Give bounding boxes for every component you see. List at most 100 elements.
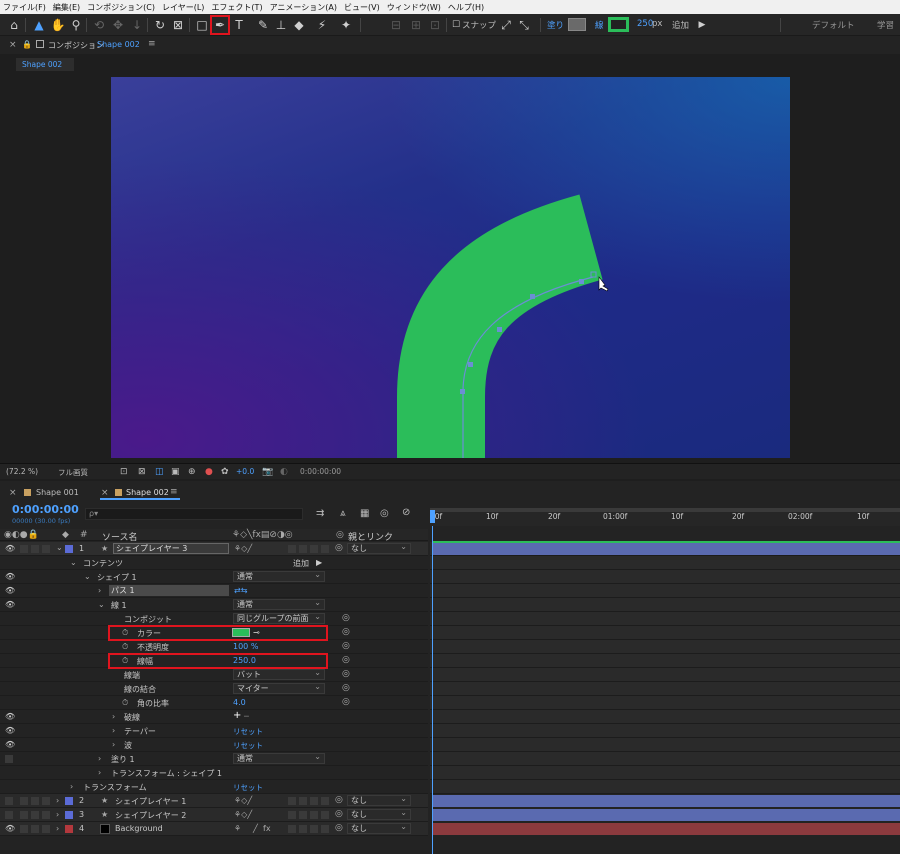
add-play-icon[interactable]: ▶ (694, 17, 710, 33)
eraser-tool-icon[interactable]: ◆ (291, 17, 307, 33)
stopwatch-icon[interactable]: ⏱ (122, 642, 128, 652)
path-vertex[interactable] (497, 327, 502, 332)
audio-toggle[interactable] (20, 825, 28, 833)
expand-chevron-icon[interactable]: › (98, 768, 101, 777)
layer-switches[interactable]: ⚘◇╱ (234, 810, 252, 819)
panel-menu-icon[interactable]: ≡ (148, 39, 156, 49)
close-icon[interactable]: × (9, 488, 17, 498)
snap-option-icon[interactable]: ⤢ (498, 17, 514, 33)
channel-icon[interactable]: ● (205, 467, 213, 477)
orbit-tool-icon[interactable]: ⟲ (91, 17, 107, 33)
parent-pickwhip-icon[interactable]: ◎ (335, 795, 343, 805)
layer-switches[interactable]: ⚘◇╱ (234, 796, 252, 805)
add-play-icon[interactable]: ▶ (316, 558, 322, 567)
solo-toggle[interactable] (31, 545, 39, 553)
show-snapshot-icon[interactable]: ◐ (280, 467, 288, 477)
region-icon[interactable]: ▣ (171, 467, 180, 477)
switch-box[interactable] (321, 797, 329, 805)
menu-view[interactable]: ビュー(V) (344, 2, 380, 13)
tab-shape-002[interactable]: Shape 002 (126, 488, 169, 497)
mask-visibility-icon[interactable]: ◫ (155, 467, 164, 477)
layer-name[interactable]: シェイプレイヤー 2 (115, 810, 186, 821)
switch-box[interactable] (321, 825, 329, 833)
add-label[interactable]: 追加 (293, 558, 309, 569)
expression-icon[interactable]: ◎ (342, 697, 350, 707)
composition-canvas[interactable] (111, 77, 790, 458)
parent-pickwhip-icon[interactable]: ◎ (335, 809, 343, 819)
switch-box[interactable] (310, 825, 318, 833)
expand-chevron-icon[interactable]: › (70, 782, 73, 791)
expand-chevron-icon[interactable]: › (98, 586, 101, 595)
expression-icon[interactable]: ◎ (342, 641, 350, 651)
fill-1-row[interactable]: › 塗り 1 通常 (0, 752, 428, 766)
close-icon[interactable]: × (9, 40, 17, 50)
shy-layers-icon[interactable]: ⩓ (340, 508, 346, 519)
switch-box[interactable] (299, 825, 307, 833)
type-tool-icon[interactable]: T (231, 17, 247, 33)
expand-chevron-icon[interactable]: ⌄ (70, 558, 77, 567)
path-direction-icon[interactable]: ⇄⇆ (234, 586, 247, 595)
pan-tool-icon[interactable]: ✥ (110, 17, 126, 33)
layer-search-input[interactable]: ρ▾ (85, 508, 303, 520)
visibility-toggle[interactable] (5, 755, 13, 763)
roto-brush-icon[interactable]: ⚡ (314, 17, 330, 33)
motion-blur-icon[interactable]: ◎ (380, 508, 389, 519)
snap-edges-icon[interactable]: ⤡ (516, 17, 532, 33)
expand-chevron-icon[interactable]: › (112, 726, 115, 735)
layer-label-color[interactable] (65, 811, 73, 819)
wave-row[interactable]: 👁 › 波 リセット (0, 738, 428, 752)
line-cap-dropdown[interactable]: バット (233, 668, 325, 680)
expand-chevron-icon[interactable]: › (112, 740, 115, 749)
menu-window[interactable]: ウィンドウ(W) (387, 2, 441, 13)
close-icon[interactable]: × (101, 488, 109, 498)
menu-layer[interactable]: レイヤー(L) (162, 2, 204, 13)
switch-box[interactable] (299, 545, 307, 553)
quality-switch-icon[interactable]: ╱ (253, 824, 258, 833)
switch-box[interactable] (288, 545, 296, 553)
layer-label-color[interactable] (65, 797, 73, 805)
audio-toggle[interactable] (20, 545, 28, 553)
dolly-tool-icon[interactable]: ↓ (129, 17, 145, 33)
lock-toggle[interactable] (42, 545, 50, 553)
layer-label-color[interactable] (65, 545, 73, 553)
switch-box[interactable] (288, 811, 296, 819)
path-1-label[interactable]: パス 1 (109, 585, 229, 596)
switch-box[interactable] (310, 545, 318, 553)
parent-pickwhip-icon[interactable]: ◎ (335, 543, 343, 553)
playhead-handle[interactable] (430, 510, 435, 523)
opacity-value[interactable]: 100 % (233, 642, 258, 651)
visibility-eye-icon[interactable]: 👁 (5, 824, 15, 833)
stroke-width-value[interactable]: 250 (637, 19, 653, 29)
visibility-eye-icon[interactable]: 👁 (5, 726, 15, 735)
opacity-row[interactable]: ⏱ 不透明度 100 % ◎ (0, 640, 428, 654)
layer-name[interactable]: シェイプレイヤー 1 (115, 796, 186, 807)
expand-chevron-icon[interactable]: › (56, 810, 59, 819)
menu-help[interactable]: ヘルプ(H) (448, 2, 484, 13)
selection-tool-icon[interactable]: ▲ (31, 17, 47, 33)
expression-icon[interactable]: ◎ (342, 655, 350, 665)
stroke-swatch[interactable] (608, 17, 629, 32)
layer-name[interactable]: Background (115, 824, 163, 833)
layer-4-duration-bar[interactable] (432, 823, 900, 835)
comp-panel-name[interactable]: Shape 002 (97, 40, 140, 49)
layer-row-1[interactable]: 👁 ⌄ 1 ★ シェイプレイヤー 3 ⚘◇╱ ◎ なし (0, 542, 428, 556)
line-join-dropdown[interactable]: マイター (233, 682, 325, 694)
switch-box[interactable] (321, 811, 329, 819)
stroke-1-blend-mode[interactable]: 通常 (233, 598, 325, 610)
panel-menu-icon[interactable]: ≡ (170, 487, 178, 497)
layer-row-3[interactable]: › 3 ★ シェイプレイヤー 2 ⚘◇╱ ◎ なし (0, 808, 428, 822)
add-dash-icon[interactable]: + (233, 710, 241, 721)
switch-box[interactable] (321, 545, 329, 553)
local-axis-icon[interactable]: ⊡ (427, 17, 443, 33)
composite-row[interactable]: コンポジット 同じグループの前面 ◎ (0, 612, 428, 626)
taper-row[interactable]: 👁 › テーパー リセット (0, 724, 428, 738)
expand-chevron-icon[interactable]: › (112, 712, 115, 721)
expand-chevron-icon[interactable]: › (98, 754, 101, 763)
fx-switch[interactable]: fx (263, 824, 271, 833)
anchor-tool-icon[interactable]: ⊠ (170, 17, 186, 33)
line-join-row[interactable]: 線の結合 マイター ◎ (0, 682, 428, 696)
viewer-timecode[interactable]: 0:00:00:00 (300, 467, 341, 476)
line-cap-row[interactable]: 線端 バット ◎ (0, 668, 428, 682)
tab-shape-001[interactable]: Shape 001 (36, 488, 79, 497)
layer-3-duration-bar[interactable] (432, 809, 900, 821)
